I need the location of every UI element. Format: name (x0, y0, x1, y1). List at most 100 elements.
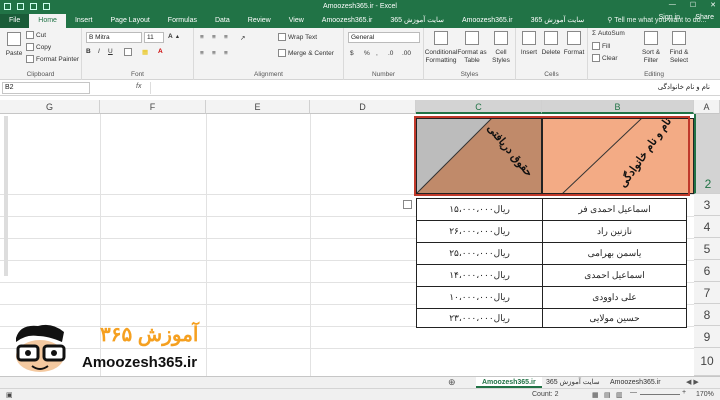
cut-button[interactable]: Cut (26, 31, 46, 39)
align-left-icon[interactable]: ≡ (200, 50, 204, 57)
find-select-button[interactable]: Find & Select (666, 31, 692, 65)
row-header-10[interactable]: 10 (694, 348, 720, 376)
decrease-decimal-icon[interactable]: .00 (402, 50, 411, 57)
paste-button[interactable]: Paste (4, 32, 24, 57)
name-cell[interactable]: نازنین راد (542, 220, 687, 243)
salary-cell[interactable]: ۱۰،۰۰۰،۰۰۰ریال (416, 286, 543, 309)
grow-font-icon[interactable]: A ▲ (168, 33, 180, 40)
wrap-text-button[interactable]: Wrap Text (278, 33, 317, 41)
sheet-tab[interactable]: Amoozesh365.ir (604, 377, 667, 388)
view-normal-icon[interactable]: ▦ (592, 391, 599, 399)
close-icon[interactable]: ✕ (710, 1, 716, 9)
increase-decimal-icon[interactable]: .0 (388, 50, 393, 57)
column-header-e[interactable]: E (206, 100, 310, 114)
salary-cell[interactable]: ۲۵،۰۰۰،۰۰۰ریال (416, 242, 543, 265)
italic-icon[interactable]: I (98, 48, 100, 55)
fill-color-icon[interactable]: ▦ (142, 48, 148, 56)
row-header-4[interactable]: 4 (694, 216, 720, 238)
row-header-8[interactable]: 8 (694, 304, 720, 326)
number-format-select[interactable]: General (348, 32, 420, 43)
tab-custom-1[interactable]: Amoozesh365.ir (313, 14, 382, 28)
borders-icon[interactable] (124, 48, 132, 56)
sign-in-link[interactable]: Sign in (659, 14, 680, 21)
clear-button[interactable]: Clear (592, 54, 618, 62)
zoom-level[interactable]: 170% (696, 391, 714, 398)
currency-icon[interactable]: $ (350, 50, 354, 57)
formula-input[interactable]: نام و نام خانوادگی (150, 82, 716, 94)
tab-home[interactable]: Home (29, 14, 66, 28)
row-header-6[interactable]: 6 (694, 260, 720, 282)
paste-options-icon[interactable] (403, 200, 412, 209)
tab-custom-2[interactable]: سایت آموزش 365 (381, 14, 453, 28)
name-box[interactable]: B2 (2, 82, 90, 94)
scrollbar[interactable] (4, 116, 8, 276)
tab-custom-4[interactable]: سایت آموزش 365 (522, 14, 594, 28)
format-as-table-button[interactable]: Format as Table (457, 31, 487, 65)
align-top-icon[interactable]: ≡ (200, 34, 204, 41)
tab-insert[interactable]: Insert (66, 14, 102, 28)
tab-review[interactable]: Review (239, 14, 280, 28)
sort-filter-button[interactable]: Sort & Filter (638, 31, 664, 65)
salary-cell[interactable]: ۱۵،۰۰۰،۰۰۰ریال (416, 198, 543, 221)
underline-icon[interactable]: U (108, 48, 113, 55)
cell-styles-button[interactable]: Cell Styles (488, 31, 514, 65)
tab-page-layout[interactable]: Page Layout (101, 14, 158, 28)
row-header-9[interactable]: 9 (694, 326, 720, 348)
align-bottom-icon[interactable]: ≡ (224, 34, 228, 41)
tell-me-search[interactable]: ⚲ Tell me what you want to do... (607, 14, 706, 28)
column-header-b[interactable]: B (542, 100, 694, 114)
tab-file[interactable]: File (0, 14, 30, 28)
name-cell[interactable]: اسماعیل احمدی (542, 264, 687, 287)
format-painter-button[interactable]: Format Painter (26, 55, 79, 63)
copy-button[interactable]: Copy (26, 43, 51, 51)
fx-icon[interactable]: fx (136, 83, 141, 90)
salary-cell[interactable]: ۱۴،۰۰۰،۰۰۰ریال (416, 264, 543, 287)
autosum-button[interactable]: Σ AutoSum (592, 30, 625, 37)
salary-cell[interactable]: ۲۶،۰۰۰،۰۰۰ریال (416, 220, 543, 243)
column-header-d[interactable]: D (310, 100, 416, 114)
comma-icon[interactable]: , (376, 50, 378, 57)
zoom-in-icon[interactable]: + (682, 389, 686, 396)
align-center-icon[interactable]: ≡ (212, 50, 216, 57)
row-header-3[interactable]: 3 (694, 194, 720, 216)
maximize-icon[interactable]: ☐ (690, 1, 696, 9)
salary-cell[interactable]: ۲۳،۰۰۰،۰۰۰ریال (416, 308, 543, 328)
align-right-icon[interactable]: ≡ (224, 50, 228, 57)
tab-custom-3[interactable]: Amoozesh365.ir (453, 14, 522, 28)
percent-icon[interactable]: % (364, 50, 370, 57)
font-size-select[interactable]: 11 (144, 32, 164, 43)
add-sheet-icon[interactable]: ⊕ (448, 377, 456, 388)
column-header-c[interactable]: C (416, 100, 542, 114)
orientation-icon[interactable]: ↗ (240, 34, 245, 42)
delete-cells-button[interactable]: Delete (540, 31, 562, 56)
column-header-a[interactable]: A (694, 100, 720, 114)
bold-icon[interactable]: B (86, 48, 91, 55)
name-cell[interactable]: اسماعیل احمدی فر (542, 198, 687, 221)
conditional-formatting-button[interactable]: Conditional Formatting (425, 31, 457, 65)
zoom-slider[interactable] (640, 394, 680, 395)
insert-cells-button[interactable]: Insert (518, 31, 540, 56)
tab-data[interactable]: Data (206, 14, 239, 28)
name-cell[interactable]: یاسمن بهرامی (542, 242, 687, 265)
sheet-tab-active[interactable]: Amoozesh365.ir (476, 377, 542, 388)
format-cells-button[interactable]: Format (563, 31, 585, 56)
name-cell[interactable]: حسین مولایی (542, 308, 687, 328)
view-page-break-icon[interactable]: ▥ (616, 391, 623, 399)
merge-center-button[interactable]: Merge & Center (278, 49, 334, 57)
row-header-7[interactable]: 7 (694, 282, 720, 304)
font-name-select[interactable]: B Mitra (86, 32, 142, 43)
sheet-tab[interactable]: سایت آموزش 365 (540, 377, 606, 388)
name-cell[interactable]: علی داوودی (542, 286, 687, 309)
row-header-2[interactable]: 2 (694, 114, 720, 194)
align-middle-icon[interactable]: ≡ (212, 34, 216, 41)
font-color-icon[interactable]: A (158, 48, 163, 55)
tab-view[interactable]: View (280, 14, 313, 28)
column-header-g[interactable]: G (0, 100, 100, 114)
tab-formulas[interactable]: Formulas (159, 14, 206, 28)
column-header-f[interactable]: F (100, 100, 206, 114)
zoom-out-icon[interactable]: — (630, 389, 637, 396)
share-button[interactable]: Share (695, 14, 714, 21)
row-header-5[interactable]: 5 (694, 238, 720, 260)
fill-button[interactable]: Fill (592, 42, 610, 50)
minimize-icon[interactable]: — (669, 1, 676, 9)
